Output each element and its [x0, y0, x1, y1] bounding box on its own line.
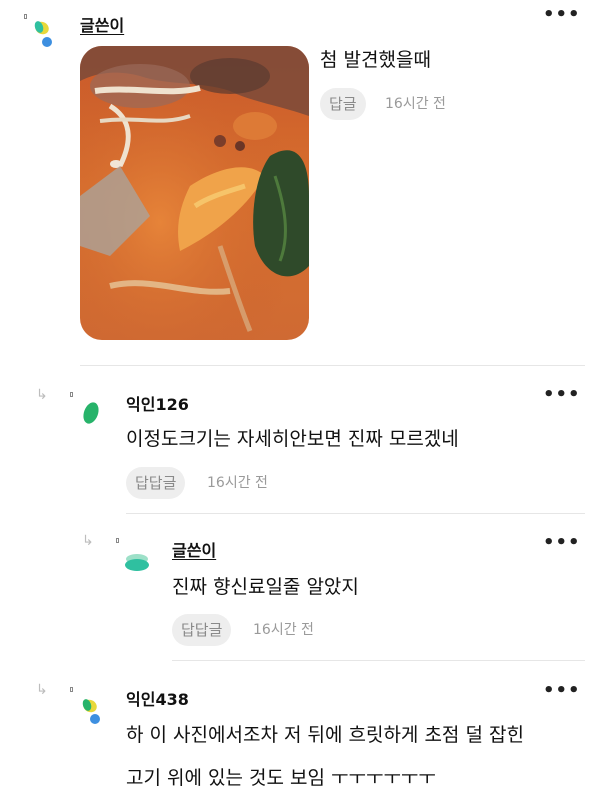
avatar-icon: [34, 21, 52, 47]
reply-arrow-icon: ↳: [82, 533, 94, 549]
comment-author[interactable]: 글쓴이: [80, 12, 124, 36]
comment-time: 16시간 전: [207, 475, 268, 491]
comment-author[interactable]: 익인438: [126, 686, 189, 710]
avatar-icon: [82, 699, 100, 724]
more-options-button[interactable]: •••: [543, 682, 581, 700]
avatar-icon: [83, 402, 99, 424]
reply-button[interactable]: 답글: [320, 88, 366, 120]
comment-text: 진짜 향신료일줄 알았지: [172, 576, 359, 598]
food-photo-image: [80, 46, 309, 340]
more-options-button[interactable]: •••: [543, 534, 581, 552]
user-indicator-icon: [70, 687, 73, 692]
user-indicator-icon: [24, 14, 27, 19]
comment-text-line: 고기 위에 있는 것도 보임 ㅜㅜㅜㅜㅜㅜ: [126, 767, 436, 789]
user-indicator-icon: [116, 538, 119, 543]
comment-text: 이정도크기는 자세히안보면 진짜 모르겠네: [126, 428, 459, 450]
comment-text: 첨 발견했을때: [320, 49, 431, 71]
reply-button[interactable]: 답답글: [126, 467, 186, 499]
avatar-icon: [125, 554, 149, 571]
divider: [80, 365, 585, 366]
divider: [126, 513, 585, 514]
reply-arrow-icon: ↳: [36, 682, 48, 698]
attached-photo[interactable]: [80, 46, 309, 340]
reply-arrow-icon: ↳: [36, 387, 48, 403]
more-options-button[interactable]: •••: [543, 6, 581, 24]
comment-text-line: 하 이 사진에서조차 저 뒤에 흐릿하게 초점 덜 잡힌: [126, 724, 524, 746]
user-indicator-icon: [70, 392, 73, 397]
comment-time: 16시간 전: [385, 96, 446, 112]
more-options-button[interactable]: •••: [543, 386, 581, 404]
comment-author[interactable]: 익인126: [126, 391, 189, 415]
divider: [172, 660, 585, 661]
reply-button[interactable]: 답답글: [172, 614, 232, 646]
comment-author[interactable]: 글쓴이: [172, 537, 216, 561]
comment-time: 16시간 전: [253, 622, 314, 638]
